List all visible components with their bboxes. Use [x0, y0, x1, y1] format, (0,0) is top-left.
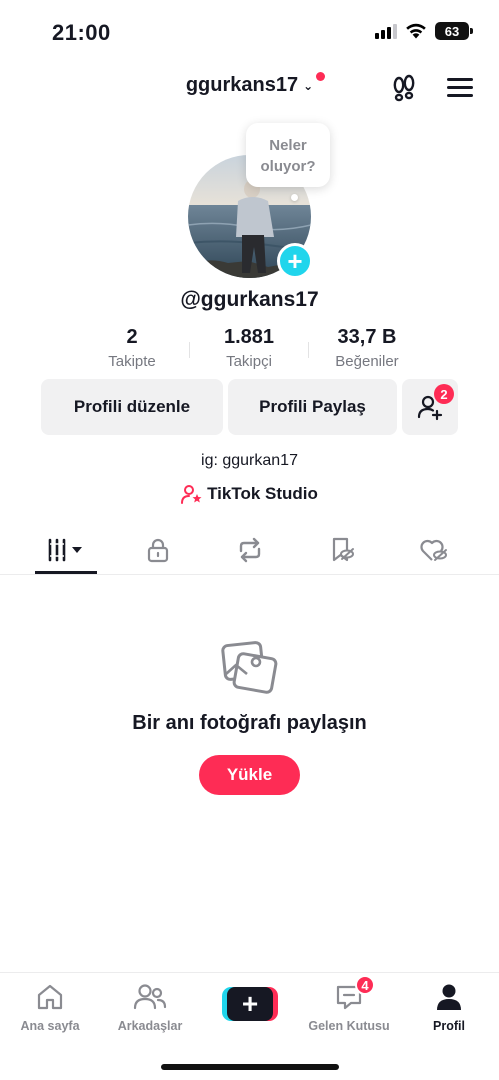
nav-inbox-label: Gelen Kutusu	[308, 1019, 390, 1033]
bubble-line-2: oluyor?	[260, 158, 316, 175]
signal-icon	[375, 23, 397, 39]
profile-stats: 2 Takipte 1.881 Takipçi 33,7 B Beğeniler	[0, 326, 499, 376]
heart-hidden-icon	[420, 539, 447, 561]
studio-person-star-icon	[181, 485, 202, 504]
profile-header: ggurkans17 ⌄	[0, 66, 499, 112]
account-username: ggurkans17	[185, 74, 299, 96]
add-friends-button[interactable]: 2	[402, 379, 458, 435]
nav-profile-label: Profil	[433, 1019, 465, 1033]
bubble-line-1: Neler	[269, 137, 307, 154]
create-button[interactable]: +	[222, 987, 278, 1021]
nav-home[interactable]: Ana sayfa	[0, 979, 100, 1033]
home-indicator	[161, 1064, 339, 1070]
nav-inbox[interactable]: 4 Gelen Kutusu	[299, 975, 399, 1033]
inbox-badge: 4	[355, 975, 375, 995]
status-icons: 63	[375, 22, 473, 40]
grid-icon	[48, 538, 82, 562]
stat-label: Takipte	[108, 353, 156, 370]
active-tab-indicator	[35, 571, 97, 574]
notification-dot	[316, 72, 326, 81]
home-icon	[37, 984, 63, 1010]
friends-icon	[133, 984, 167, 1010]
tab-reposts[interactable]	[220, 525, 280, 575]
stat-following[interactable]: 2 Takipte	[72, 326, 192, 370]
status-time: 21:00	[52, 20, 111, 45]
account-switcher[interactable]: ggurkans17 ⌄	[185, 72, 326, 97]
stat-label: Beğeniler	[335, 353, 399, 370]
stat-likes[interactable]: 33,7 B Beğeniler	[307, 326, 427, 370]
nav-profile[interactable]: Profil	[399, 979, 499, 1033]
tiktok-studio-link[interactable]: TikTok Studio	[0, 484, 499, 504]
stat-label: Takipçi	[226, 353, 272, 370]
menu-icon[interactable]	[447, 78, 473, 98]
tab-favorites[interactable]	[312, 525, 372, 575]
upload-button[interactable]: Yükle	[199, 755, 300, 795]
edit-profile-button[interactable]: Profili düzenle	[41, 379, 223, 435]
content-tabs	[0, 525, 499, 575]
repost-icon	[239, 537, 261, 563]
footprints-icon[interactable]	[389, 74, 419, 104]
stat-value: 33,7 B	[337, 326, 397, 348]
profile-handle: @ggurkans17	[180, 288, 319, 311]
lock-icon	[147, 538, 169, 563]
stat-value: 1.881	[223, 326, 275, 348]
stat-followers[interactable]: 1.881 Takipçi	[189, 326, 309, 370]
friends-badge: 2	[434, 384, 454, 404]
stat-value: 2	[126, 326, 138, 348]
studio-label: TikTok Studio	[207, 484, 318, 503]
photos-icon	[221, 641, 278, 694]
tab-liked[interactable]	[404, 525, 464, 575]
chevron-down-icon: ⌄	[303, 78, 314, 93]
add-story-button[interactable]: +	[277, 243, 313, 279]
empty-state-title: Bir anı fotoğrafı paylaşın	[132, 712, 367, 734]
plus-icon: +	[227, 987, 273, 1021]
nav-friends-label: Arkadaşlar	[117, 1019, 183, 1033]
bubble-tail-dot	[291, 194, 298, 201]
tab-videos[interactable]	[36, 525, 96, 575]
profile-bio: ig: ggurkan17	[201, 452, 298, 469]
share-profile-button[interactable]: Profili Paylaş	[228, 379, 397, 435]
whats-happening-bubble[interactable]: Neler oluyor?	[246, 123, 330, 187]
tab-private[interactable]	[128, 525, 188, 575]
battery-icon: 63	[435, 22, 473, 40]
nav-friends[interactable]: Arkadaşlar	[100, 979, 200, 1033]
wifi-icon	[406, 23, 426, 39]
profile-icon	[437, 984, 461, 1010]
nav-home-label: Ana sayfa	[20, 1019, 80, 1033]
status-bar: 21:00 63	[0, 0, 499, 66]
bookmark-hidden-icon	[332, 537, 354, 562]
